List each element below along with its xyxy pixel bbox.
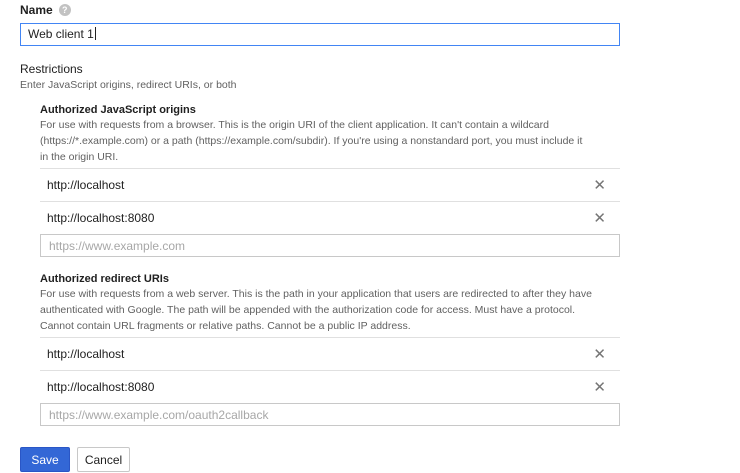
js-origins-description-line: in the origin URI. — [40, 151, 119, 163]
js-origin-uri: http://localhost:8080 — [47, 211, 155, 225]
close-icon[interactable]: ✕ — [593, 347, 606, 362]
restrictions-title: Restrictions — [20, 62, 83, 76]
js-origin-row: http://localhost:8080 ✕ — [40, 201, 620, 234]
js-origins-description: For use with requests from a browser. Th… — [40, 117, 626, 165]
name-label-text: Name — [20, 3, 53, 17]
redirect-uri-input[interactable] — [40, 403, 620, 426]
redirect-uri-row: http://localhost:8080 ✕ — [40, 370, 620, 403]
name-input-value: Web client 1 — [28, 27, 94, 41]
help-icon[interactable]: ? — [58, 4, 71, 16]
js-origins-title: Authorized JavaScript origins — [40, 104, 196, 116]
text-caret — [94, 27, 96, 40]
close-icon[interactable]: ✕ — [593, 380, 606, 395]
js-origin-input[interactable] — [40, 234, 620, 257]
redirect-uris-title: Authorized redirect URIs — [40, 273, 169, 285]
redirect-uri: http://localhost — [47, 347, 125, 361]
redirect-uris-description: For use with requests from a web server.… — [40, 286, 626, 334]
js-origin-uri: http://localhost — [47, 178, 125, 192]
cancel-button[interactable]: Cancel — [77, 447, 130, 472]
js-origin-row: http://localhost ✕ — [40, 168, 620, 201]
redirect-uri: http://localhost:8080 — [47, 380, 155, 394]
redirect-uris-description-line: authenticated with Google. The path will… — [40, 304, 576, 316]
restrictions-subtitle: Enter JavaScript origins, redirect URIs,… — [20, 79, 237, 91]
name-input[interactable]: Web client 1 — [20, 23, 620, 46]
close-icon[interactable]: ✕ — [593, 178, 606, 193]
js-origins-description-line: (https://*.example.com) or a path (https… — [40, 135, 583, 147]
redirect-uri-row: http://localhost ✕ — [40, 337, 620, 370]
js-origins-description-line: For use with requests from a browser. Th… — [40, 119, 549, 131]
redirect-uris-description-line: For use with requests from a web server.… — [40, 288, 592, 300]
save-button[interactable]: Save — [20, 447, 70, 472]
close-icon[interactable]: ✕ — [593, 211, 606, 226]
name-label: Name ? — [20, 3, 71, 17]
redirect-uris-description-line: Cannot contain URL fragments or relative… — [40, 320, 411, 332]
